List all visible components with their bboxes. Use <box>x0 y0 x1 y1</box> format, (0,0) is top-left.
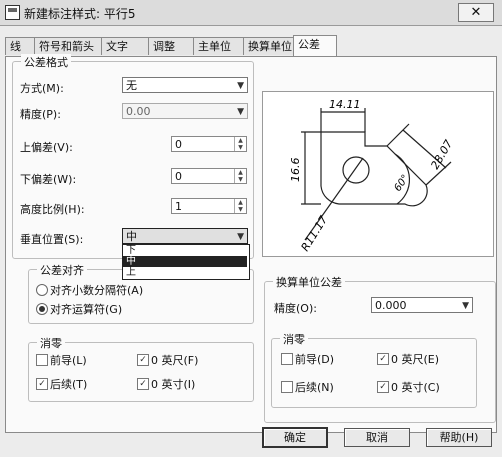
upper-value: 0 <box>175 138 182 151</box>
lower-value: 0 <box>175 170 182 183</box>
close-button[interactable]: ✕ <box>458 3 494 22</box>
precision-select[interactable]: 0.00 ▼ <box>122 103 248 119</box>
spin-down-icon[interactable]: ▼ <box>234 144 246 151</box>
check-icon: ✓ <box>379 354 387 364</box>
dim-top-text: 14.11 <box>329 98 361 111</box>
check-icon: ✓ <box>38 379 46 389</box>
leading-label[interactable]: 前导(L) <box>50 352 87 368</box>
chevron-down-icon: ▼ <box>237 81 244 91</box>
alt-unit-tolerance-group: 换算单位公差 精度(O): 0.000 ▼ 消零 前导(D) 后续(N) ✓ 0… <box>264 274 496 423</box>
dim-radius-text: R11.17 <box>299 214 331 254</box>
alt-precision-label: 精度(O): <box>274 302 317 315</box>
app-icon <box>5 5 20 20</box>
group-title: 公差对齐 <box>37 262 87 278</box>
alt-trailing-checkbox[interactable] <box>281 381 293 393</box>
inches-label[interactable]: 0 英寸(I) <box>151 376 195 392</box>
chevron-down-icon: ▼ <box>237 232 244 242</box>
height-scale-stepper[interactable]: 1 ▲ ▼ <box>171 198 247 214</box>
alt-precision-value: 0.000 <box>375 299 407 312</box>
dialog-body: 线 符号和箭头 文字 调整 主单位 换算单位 公差 公差格式 方式(M): 无 … <box>0 26 502 457</box>
vertical-position-label: 垂直位置(S): <box>20 233 84 246</box>
tab-primary-units[interactable]: 主单位 <box>193 37 249 55</box>
vertical-position-dropdown: 下 中 上 <box>122 244 250 280</box>
ok-button[interactable]: 确定 <box>262 427 328 448</box>
align-decimal-label[interactable]: 对齐小数分隔符(A) <box>50 282 143 298</box>
vertical-position-select[interactable]: 中 ▼ <box>122 228 248 244</box>
align-decimal-radio[interactable] <box>36 284 48 296</box>
close-icon: ✕ <box>470 5 482 20</box>
group-title: 换算单位公差 <box>273 274 345 290</box>
upper-value-stepper[interactable]: 0 ▲ ▼ <box>171 136 247 152</box>
precision-label: 精度(P): <box>20 108 61 121</box>
tab-lines[interactable]: 线 <box>5 37 35 55</box>
group-title: 公差格式 <box>21 54 71 70</box>
alt-inches-checkbox[interactable]: ✓ <box>377 381 389 393</box>
hole-circle <box>342 156 370 184</box>
alt-trailing-label[interactable]: 后续(N) <box>295 379 334 395</box>
feet-checkbox[interactable]: ✓ <box>137 354 149 366</box>
alt-feet-label[interactable]: 0 英尺(E) <box>391 351 439 367</box>
check-icon: ✓ <box>139 355 147 365</box>
preview-drawing: 14.11 16.6 28.07 60° R11.17 <box>289 98 455 254</box>
window-title: 新建标注样式: 平行5 <box>24 7 136 21</box>
feet-label[interactable]: 0 英尺(F) <box>151 352 198 368</box>
precision-value: 0.00 <box>126 105 151 118</box>
tab-alternate-units[interactable]: 换算单位 <box>243 37 299 55</box>
tolerances-panel: 公差格式 方式(M): 无 ▼ 精度(P): 0.00 ▼ 上偏差(V): 0 … <box>5 54 497 433</box>
chevron-down-icon: ▼ <box>237 107 244 117</box>
trailing-checkbox[interactable]: ✓ <box>36 378 48 390</box>
tab-tolerances[interactable]: 公差 <box>293 35 337 56</box>
dim-left-text: 16.6 <box>289 158 302 183</box>
tab-fit[interactable]: 调整 <box>148 37 194 55</box>
spin-down-icon[interactable]: ▼ <box>234 176 246 183</box>
alt-zero-suppression-group: 消零 前导(D) 后续(N) ✓ 0 英尺(E) ✓ 0 英寸(C) <box>271 331 477 408</box>
dropdown-option-middle[interactable]: 中 <box>123 256 247 267</box>
vertical-position-value: 中 <box>126 230 137 243</box>
height-scale-value: 1 <box>175 200 182 213</box>
align-operator-radio[interactable] <box>36 303 48 315</box>
chevron-down-icon: ▼ <box>462 301 469 311</box>
inches-checkbox[interactable]: ✓ <box>137 378 149 390</box>
spin-up-icon[interactable]: ▲ <box>234 137 246 144</box>
alt-leading-checkbox[interactable] <box>281 353 293 365</box>
alt-inches-label[interactable]: 0 英寸(C) <box>391 379 440 395</box>
group-title: 消零 <box>37 335 65 351</box>
preview-pane: 14.11 16.6 28.07 60° R11.17 <box>262 91 494 257</box>
method-select[interactable]: 无 ▼ <box>122 77 248 93</box>
zero-suppression-group: 消零 前导(L) ✓ 后续(T) ✓ 0 英尺(F) ✓ 0 英寸(I) <box>28 335 254 402</box>
dropdown-option-bottom[interactable]: 下 <box>123 245 247 256</box>
method-value: 无 <box>126 79 137 92</box>
dim-right-text: 28.07 <box>428 138 455 172</box>
group-title: 消零 <box>280 331 308 347</box>
spin-down-icon[interactable]: ▼ <box>234 206 246 213</box>
dropdown-option-top[interactable]: 上 <box>123 267 247 278</box>
alt-feet-checkbox[interactable]: ✓ <box>377 353 389 365</box>
upper-value-label: 上偏差(V): <box>20 141 73 154</box>
trailing-label[interactable]: 后续(T) <box>50 376 87 392</box>
cancel-button[interactable]: 取消 <box>344 428 410 447</box>
tab-text[interactable]: 文字 <box>101 37 149 55</box>
tab-symbols-arrows[interactable]: 符号和箭头 <box>34 37 102 55</box>
help-button[interactable]: 帮助(H) <box>426 428 492 447</box>
spin-up-icon[interactable]: ▲ <box>234 199 246 206</box>
check-icon: ✓ <box>379 382 387 392</box>
lower-value-label: 下偏差(W): <box>20 173 77 186</box>
align-operator-label[interactable]: 对齐运算符(G) <box>50 301 122 317</box>
title-bar: 新建标注样式: 平行5 ✕ <box>0 0 502 26</box>
spin-up-icon[interactable]: ▲ <box>234 169 246 176</box>
check-icon: ✓ <box>139 379 147 389</box>
lower-value-stepper[interactable]: 0 ▲ ▼ <box>171 168 247 184</box>
alt-leading-label[interactable]: 前导(D) <box>295 351 334 367</box>
leading-checkbox[interactable] <box>36 354 48 366</box>
height-scale-label: 高度比例(H): <box>20 203 85 216</box>
method-label: 方式(M): <box>20 82 64 95</box>
alt-precision-select[interactable]: 0.000 ▼ <box>371 297 473 313</box>
